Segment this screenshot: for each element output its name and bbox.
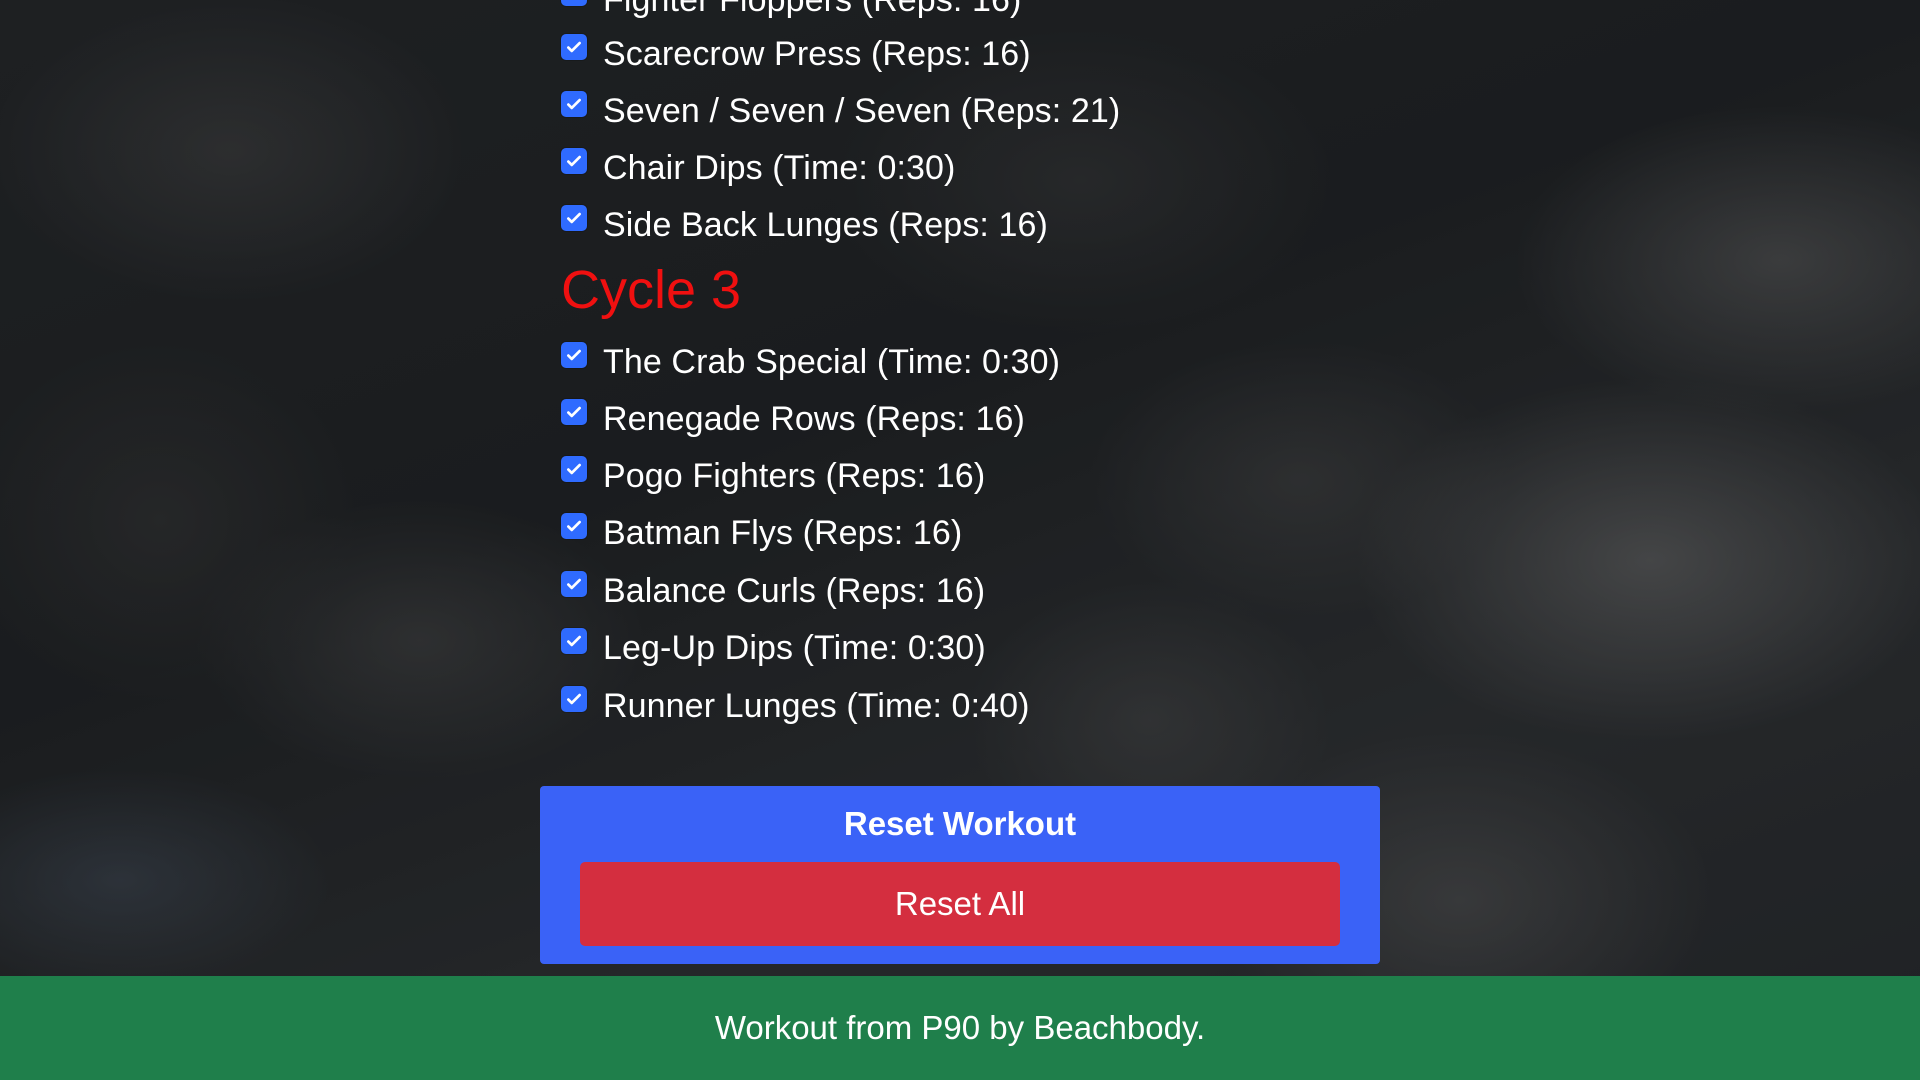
checkbox[interactable] (561, 0, 587, 6)
exercise-label: Seven / Seven / Seven (Reps: 21) (603, 92, 1121, 130)
checkmark-icon (567, 406, 581, 418)
footer-text: Workout from P90 by Beachbody. (714, 1009, 1206, 1046)
checkmark-icon (567, 635, 581, 647)
exercise-label: Side Back Lunges (Reps: 16) (603, 206, 1048, 244)
checkbox[interactable] (561, 628, 587, 654)
checkbox[interactable] (561, 91, 587, 117)
list-item[interactable]: Seven / Seven / Seven (Reps: 21) (561, 89, 1120, 133)
list-item[interactable]: Runner Lunges (Time: 0:40) (561, 684, 1030, 728)
exercise-label: Chair Dips (Time: 0:30) (603, 149, 956, 187)
list-item[interactable]: Balance Curls (Reps: 16) (561, 569, 985, 613)
checkmark-icon (567, 463, 581, 475)
exercise-label: Batman Flys (Reps: 16) (603, 514, 963, 552)
checkmark-icon (567, 349, 581, 361)
checkbox[interactable] (561, 571, 587, 597)
reset-button-panel: Reset Workout Reset All (540, 786, 1380, 964)
exercise-label: Balance Curls (Reps: 16) (603, 572, 986, 610)
exercise-label: Leg-Up Dips (Time: 0:30) (603, 629, 986, 667)
footer: Workout from P90 by Beachbody. (0, 976, 1920, 1080)
list-item[interactable]: Renegade Rows (Reps: 16) (561, 397, 1025, 441)
exercise-label: Renegade Rows (Reps: 16) (603, 400, 1025, 438)
list-item[interactable]: The Crab Special (Time: 0:30) (561, 340, 1060, 384)
checkmark-icon (567, 578, 581, 590)
list-item[interactable]: Side Back Lunges (Reps: 16) (561, 203, 1048, 247)
checkbox[interactable] (561, 205, 587, 231)
exercise-label: Scarecrow Press (Reps: 16) (603, 35, 1031, 73)
checkmark-icon (567, 155, 581, 167)
list-item[interactable]: Scarecrow Press (Reps: 16) (561, 32, 1031, 76)
checkmark-icon (567, 98, 581, 110)
exercise-label: Fighter Floppers (Reps: 16) (603, 0, 1022, 19)
cycle-heading: Cycle 3 (561, 260, 742, 320)
checkmark-icon (567, 212, 581, 224)
checkbox[interactable] (561, 399, 587, 425)
checkbox[interactable] (561, 342, 587, 368)
list-item[interactable]: Fighter Floppers (Reps: 16) (561, 0, 1021, 22)
exercise-label: Pogo Fighters (Reps: 16) (603, 457, 986, 495)
list-item[interactable]: Chair Dips (Time: 0:30) (561, 146, 955, 190)
list-item[interactable]: Pogo Fighters (Reps: 16) (561, 454, 985, 498)
exercise-label: Runner Lunges (Time: 0:40) (603, 687, 1030, 725)
checkbox[interactable] (561, 34, 587, 60)
list-item[interactable]: Leg-Up Dips (Time: 0:30) (561, 626, 986, 670)
checkbox[interactable] (561, 686, 587, 712)
checkmark-icon (565, 0, 583, 2)
checkbox[interactable] (561, 148, 587, 174)
checkmark-icon (567, 41, 581, 53)
checkmark-icon (567, 693, 581, 705)
checkbox[interactable] (561, 456, 587, 482)
reset-all-button[interactable]: Reset All (580, 862, 1340, 946)
list-item[interactable]: Batman Flys (Reps: 16) (561, 511, 962, 555)
checkbox[interactable] (561, 513, 587, 539)
exercise-label: The Crab Special (Time: 0:30) (603, 343, 1061, 381)
checkmark-icon (567, 520, 581, 532)
reset-workout-button[interactable]: Reset Workout (540, 786, 1380, 862)
